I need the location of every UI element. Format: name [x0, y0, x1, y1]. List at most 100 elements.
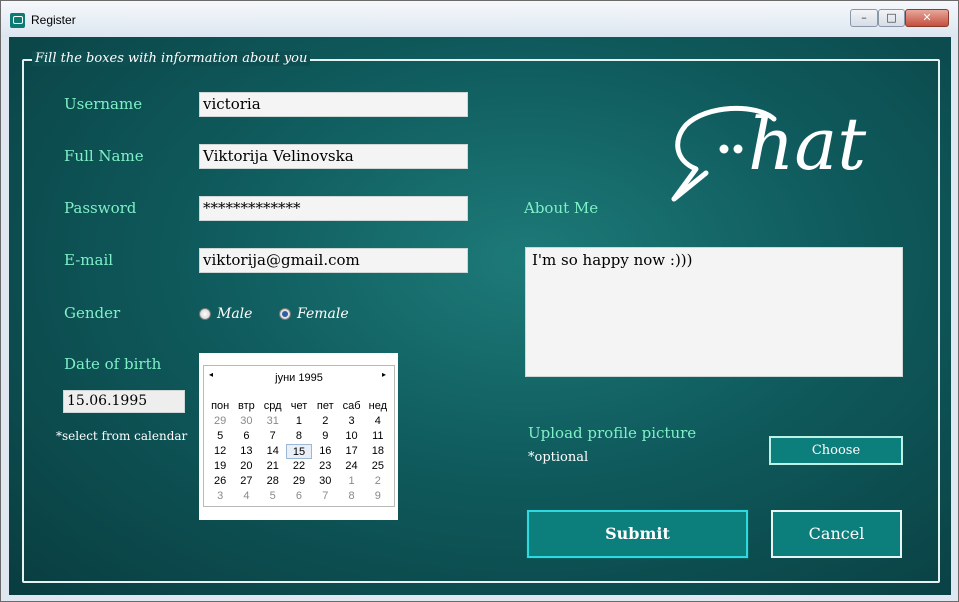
radio-female-label: Female [297, 306, 349, 322]
form-client-area: Fill the boxes with information about yo… [9, 37, 951, 595]
calendar-weekday-row: пон втр срд чет пет саб нед [207, 399, 391, 414]
choose-picture-button[interactable]: Choose [769, 436, 903, 465]
calendar-week-row: 3 4 5 6 7 8 9 [207, 489, 391, 504]
dob-input[interactable]: 15.06.1995 [63, 390, 185, 413]
calendar-day[interactable]: 8 [338, 489, 364, 504]
calendar-day[interactable]: 29 [207, 414, 233, 429]
calendar-day[interactable]: 2 [312, 414, 338, 429]
calendar-day[interactable]: 29 [286, 474, 312, 489]
calendar-day[interactable]: 14 [260, 444, 286, 459]
calendar-day[interactable]: 4 [365, 414, 391, 429]
password-label: Password [64, 199, 137, 217]
calendar-day[interactable]: 5 [207, 429, 233, 444]
full-name-label: Full Name [64, 147, 144, 165]
weekday-label: пет [316, 400, 334, 412]
info-groupbox: Fill the boxes with information about yo… [22, 51, 940, 583]
calendar-frame: ◂ јуни 1995 ▸ пон втр срд чет пет саб не… [203, 365, 395, 507]
gender-label: Gender [64, 304, 121, 322]
calendar-day[interactable]: 21 [260, 459, 286, 474]
calendar-day[interactable]: 1 [286, 414, 312, 429]
calendar-day[interactable]: 3 [207, 489, 233, 504]
logo-text: hat [748, 102, 867, 186]
calendar-day[interactable]: 23 [312, 459, 338, 474]
calendar-day[interactable]: 30 [312, 474, 338, 489]
calendar-day[interactable]: 22 [286, 459, 312, 474]
calendar-day[interactable]: 2 [365, 474, 391, 489]
calendar-day[interactable]: 20 [233, 459, 259, 474]
weekday-label: саб [342, 400, 361, 412]
calendar-week-row: 29 30 31 1 2 3 4 [207, 414, 391, 429]
dob-label: Date of birth [64, 355, 162, 373]
close-icon: ✕ [922, 11, 932, 24]
radio-female-icon [279, 308, 291, 320]
weekday-label: нед [368, 400, 388, 412]
calendar-day[interactable]: 18 [365, 444, 391, 459]
maximize-icon: □ [886, 11, 897, 24]
calendar-week-row: 5 6 7 8 9 10 11 [207, 429, 391, 444]
window-title: Register [31, 13, 76, 27]
calendar-day[interactable]: 16 [312, 444, 338, 459]
calendar-day[interactable]: 1 [338, 474, 364, 489]
calendar-day[interactable]: 30 [233, 414, 259, 429]
calendar-day[interactable]: 28 [260, 474, 286, 489]
register-window: Register – □ ✕ Fill the boxes with infor… [0, 0, 959, 602]
calendar-day[interactable]: 5 [260, 489, 286, 504]
weekday-label: втр [238, 400, 255, 412]
calendar-day-selected[interactable]: 15 [285, 444, 313, 459]
calendar-day[interactable]: 9 [365, 489, 391, 504]
calendar-day[interactable]: 13 [233, 444, 259, 459]
calendar-day[interactable]: 4 [233, 489, 259, 504]
title-bar[interactable]: Register – □ ✕ [1, 1, 958, 37]
radio-male-label: Male [217, 306, 253, 322]
calendar-day[interactable]: 25 [365, 459, 391, 474]
username-label: Username [64, 95, 143, 113]
dob-hint: *select from calendar [56, 429, 188, 443]
calendar-header: ◂ јуни 1995 ▸ [204, 370, 394, 386]
weekday-label: чет [290, 400, 308, 412]
calendar-day[interactable]: 11 [365, 429, 391, 444]
calendar-day[interactable]: 17 [338, 444, 364, 459]
groupbox-title: Fill the boxes with information about yo… [32, 51, 311, 66]
calendar-day[interactable]: 9 [312, 429, 338, 444]
minimize-button[interactable]: – [850, 9, 878, 27]
calendar-week-row: 19 20 21 22 23 24 25 [207, 459, 391, 474]
calendar-day[interactable]: 10 [338, 429, 364, 444]
radio-male-icon [199, 308, 211, 320]
close-button[interactable]: ✕ [905, 9, 949, 27]
minimize-icon: – [861, 11, 867, 24]
logo-dot [733, 144, 743, 154]
upload-optional-note: *optional [528, 450, 589, 465]
cancel-button[interactable]: Cancel [771, 510, 902, 558]
logo-dot [719, 144, 729, 154]
submit-button[interactable]: Submit [527, 510, 748, 558]
about-me-textarea[interactable]: I'm so happy now :))) [525, 247, 903, 377]
chat-app-icon [10, 13, 25, 28]
password-input[interactable]: ************* [199, 196, 468, 221]
gender-radio-female[interactable]: Female [279, 306, 349, 322]
email-input[interactable]: viktorija@gmail.com [199, 248, 468, 273]
calendar-grid: пон втр срд чет пет саб нед 29 30 31 1 2… [207, 399, 391, 504]
maximize-button[interactable]: □ [878, 9, 905, 27]
calendar-day[interactable]: 7 [312, 489, 338, 504]
about-me-label: About Me [524, 199, 599, 217]
calendar-day[interactable]: 6 [233, 429, 259, 444]
calendar-day[interactable]: 31 [260, 414, 286, 429]
gender-radio-male[interactable]: Male [199, 306, 252, 322]
calendar-day[interactable]: 24 [338, 459, 364, 474]
calendar-day[interactable]: 26 [207, 474, 233, 489]
username-input[interactable]: victoria [199, 92, 468, 117]
email-label: E-mail [64, 251, 114, 269]
calendar-widget[interactable]: ◂ јуни 1995 ▸ пон втр срд чет пет саб не… [199, 353, 398, 520]
weekday-label: пон [211, 400, 230, 412]
calendar-day[interactable]: 7 [260, 429, 286, 444]
calendar-day[interactable]: 27 [233, 474, 259, 489]
calendar-day[interactable]: 8 [286, 429, 312, 444]
calendar-day[interactable]: 19 [207, 459, 233, 474]
calendar-day[interactable]: 12 [207, 444, 233, 459]
full-name-input[interactable]: Viktorija Velinovska [199, 144, 468, 169]
calendar-next-icon[interactable]: ▸ [382, 370, 386, 379]
upload-picture-label: Upload profile picture [528, 424, 697, 442]
calendar-day[interactable]: 3 [338, 414, 364, 429]
calendar-day[interactable]: 6 [286, 489, 312, 504]
calendar-month-label[interactable]: јуни 1995 [204, 372, 394, 384]
